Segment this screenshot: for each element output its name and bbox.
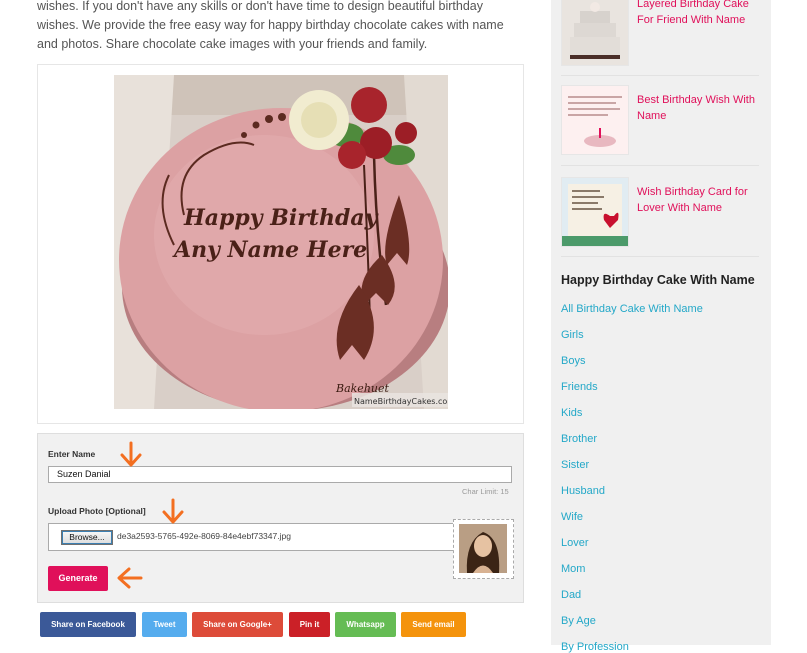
share-facebook-button[interactable]: Share on Facebook xyxy=(40,612,136,637)
category-link[interactable]: Lover xyxy=(561,537,589,549)
share-google-button[interactable]: Share on Google+ xyxy=(192,612,283,637)
arrow-down-icon xyxy=(162,498,184,524)
browse-button[interactable]: Browse... xyxy=(61,530,113,545)
whatsapp-button[interactable]: Whatsapp xyxy=(335,612,396,637)
category-link[interactable]: Sister xyxy=(561,459,589,471)
post-title-link[interactable]: Layered Birthday Cake For Friend With Na… xyxy=(637,0,765,28)
enter-name-label: Enter Name xyxy=(48,449,96,459)
sidebar: Layered Birthday Cake For Friend With Na… xyxy=(551,0,771,653)
post-thumbnail[interactable] xyxy=(561,85,629,155)
category-link[interactable]: Mom xyxy=(561,563,585,575)
divider xyxy=(561,256,759,257)
intro-paragraph: wishes. If you don't have any skills or … xyxy=(37,0,504,51)
arrow-left-icon xyxy=(117,567,143,589)
post-thumbnail[interactable] xyxy=(561,0,629,66)
post-title-link[interactable]: Best Birthday Wish With Name xyxy=(637,92,765,124)
category-link[interactable]: Wife xyxy=(561,511,583,523)
category-link[interactable]: Husband xyxy=(561,485,605,497)
tweet-button[interactable]: Tweet xyxy=(142,612,187,637)
widget-title: Happy Birthday Cake With Name xyxy=(561,273,755,287)
category-link[interactable]: Brother xyxy=(561,433,597,445)
category-link[interactable]: Dad xyxy=(561,589,581,601)
category-link[interactable]: By Profession xyxy=(561,641,629,653)
generate-button[interactable]: Generate xyxy=(48,566,108,591)
pin-it-button[interactable]: Pin it xyxy=(289,612,330,637)
category-link[interactable]: By Age xyxy=(561,615,596,627)
category-link[interactable]: Girls xyxy=(561,329,584,341)
file-upload-field[interactable]: Browse... de3a2593-5765-492e-8069-84e4eb… xyxy=(48,523,455,551)
cake-text-line1: Happy Birthday xyxy=(183,205,380,231)
upload-photo-label: Upload Photo [Optional] xyxy=(48,506,146,516)
char-limit-text: Char Limit: 15 xyxy=(462,487,509,496)
photo-preview-box xyxy=(453,519,514,579)
divider xyxy=(561,165,759,166)
send-email-button[interactable]: Send email xyxy=(401,612,466,637)
post-title-link[interactable]: Wish Birthday Card for Lover With Name xyxy=(637,184,765,216)
selected-file-name: de3a2593-5765-492e-8069-84e4ebf73347.jpg xyxy=(117,531,291,541)
category-link[interactable]: Boys xyxy=(561,355,585,367)
arrow-down-icon xyxy=(120,441,142,467)
photo-thumbnail xyxy=(459,524,507,573)
cake-watermark: NameBirthdayCakes.com xyxy=(354,397,448,406)
divider xyxy=(561,75,759,76)
cake-image: Happy Birthday Any Name Here Bakehuet Na… xyxy=(114,75,448,409)
cake-preview-frame: Happy Birthday Any Name Here Bakehuet Na… xyxy=(37,64,524,424)
category-link[interactable]: All Birthday Cake With Name xyxy=(561,303,703,315)
category-link[interactable]: Kids xyxy=(561,407,582,419)
cake-text-line2: Any Name Here xyxy=(172,237,367,263)
cake-form-panel: Enter Name Char Limit: 15 Upload Photo [… xyxy=(37,433,524,603)
category-link[interactable]: Friends xyxy=(561,381,598,393)
post-thumbnail[interactable] xyxy=(561,177,629,247)
